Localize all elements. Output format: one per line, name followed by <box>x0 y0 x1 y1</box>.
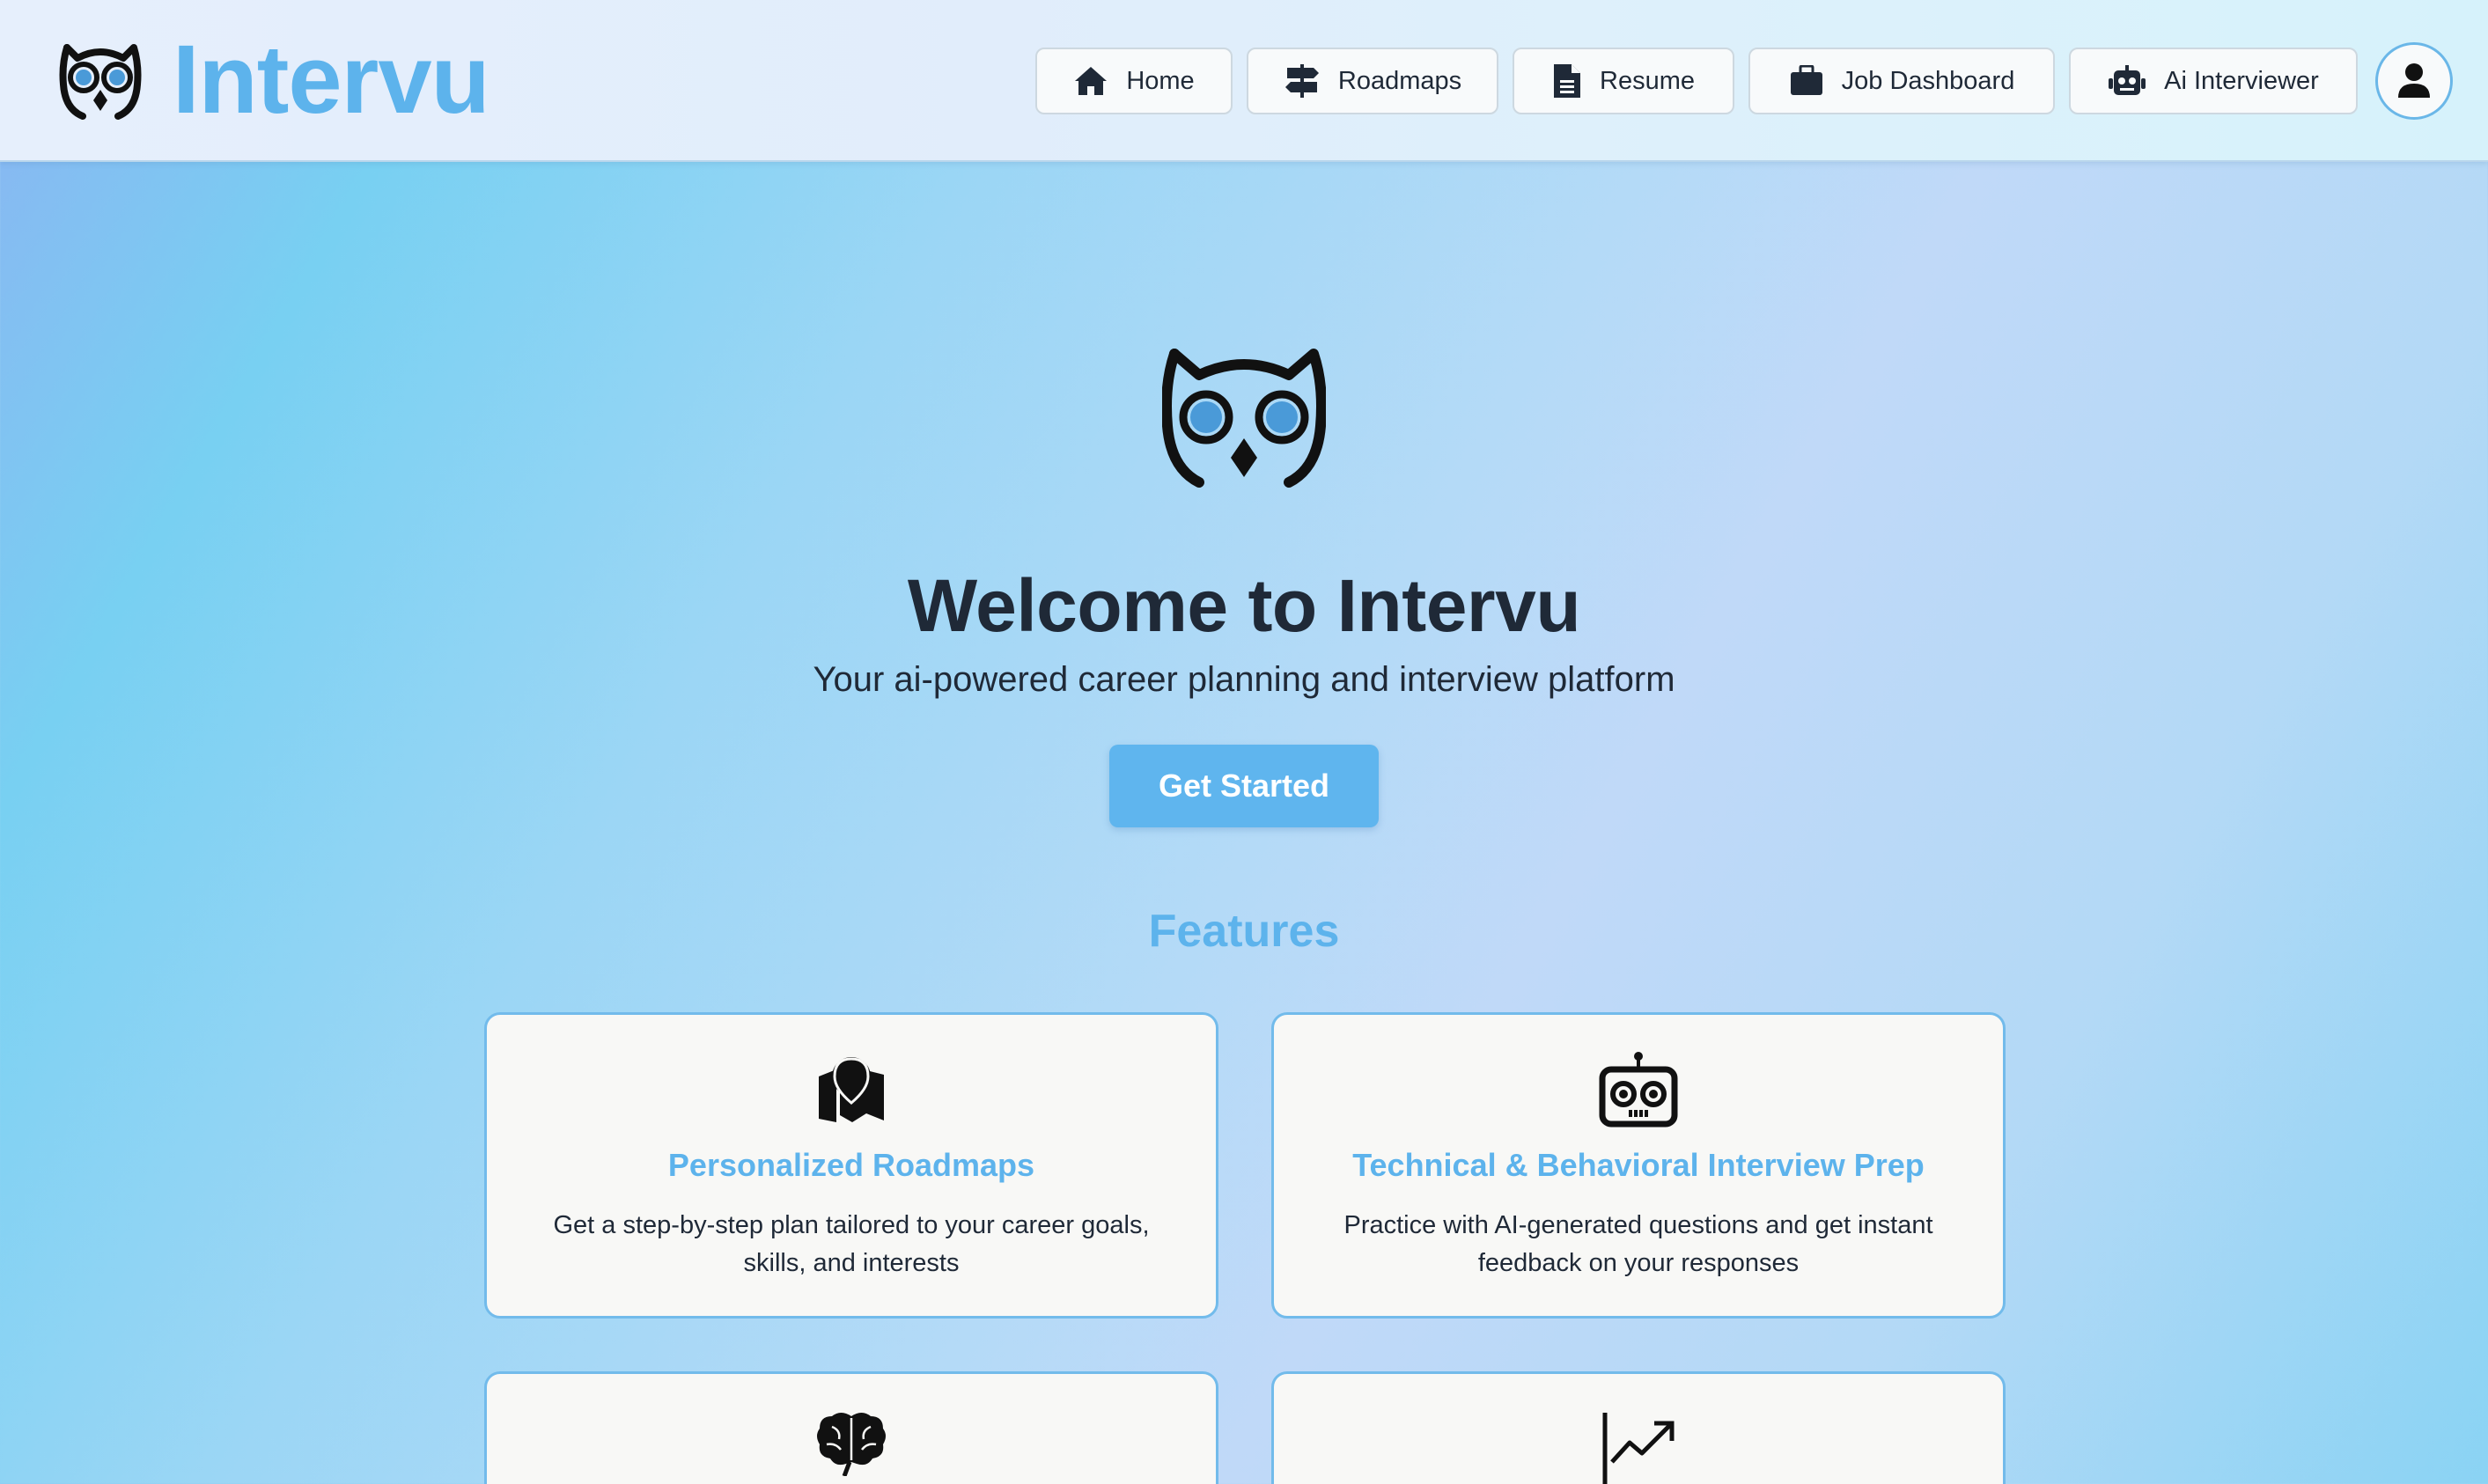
home-icon <box>1075 67 1108 95</box>
owl-logo-icon <box>59 44 142 120</box>
top-navbar: Intervu Home Roadmaps Resume Job Dashboa… <box>0 0 2488 162</box>
hero-subtitle: Your ai-powered career planning and inte… <box>813 660 1675 699</box>
brand-name: Intervu <box>173 26 490 134</box>
briefcase-icon <box>1790 65 1822 95</box>
owl-hero-icon <box>1162 349 1326 488</box>
feature-card-roadmaps[interactable]: Personalized Roadmaps Get a step-by-step… <box>484 1012 1218 1319</box>
document-icon <box>1554 64 1580 98</box>
features-heading: Features <box>1148 906 1340 957</box>
feature-card-progress[interactable] <box>1271 1371 2006 1484</box>
nav-roadmaps-button[interactable]: Roadmaps <box>1247 48 1498 114</box>
hero-title: Welcome to Intervu <box>907 564 1581 647</box>
feature-card-interview-prep[interactable]: Technical & Behavioral Interview Prep Pr… <box>1271 1012 2006 1319</box>
nav-resume-button[interactable]: Resume <box>1513 48 1734 114</box>
brand[interactable]: Intervu <box>56 32 490 129</box>
feature-title-interview-prep: Technical & Behavioral Interview Prep <box>1352 1147 1925 1183</box>
feature-desc-interview-prep: Practice with AI-generated questions and… <box>1343 1211 1933 1277</box>
nav-job-dashboard-label: Job Dashboard <box>1841 66 2015 95</box>
map-pin-icon <box>819 1057 884 1122</box>
user-icon <box>2398 63 2430 98</box>
feature-card-brain[interactable] <box>484 1371 1218 1484</box>
nav-resume-label: Resume <box>1600 66 1695 95</box>
feature-desc-roadmaps: Get a step-by-step plan tailored to your… <box>553 1211 1150 1277</box>
robot-face-icon <box>1599 1052 1678 1128</box>
nav-home-button[interactable]: Home <box>1035 48 1233 114</box>
signpost-icon <box>1284 64 1319 98</box>
nav-ai-interviewer-label: Ai Interviewer <box>2164 66 2319 95</box>
nav-job-dashboard-button[interactable]: Job Dashboard <box>1748 48 2055 114</box>
nav-ai-interviewer-button[interactable]: Ai Interviewer <box>2069 48 2358 114</box>
nav-roadmaps-label: Roadmaps <box>1337 66 1462 95</box>
profile-button[interactable] <box>2375 42 2453 120</box>
get-started-button[interactable]: Get Started <box>1109 745 1379 827</box>
feature-title-roadmaps: Personalized Roadmaps <box>667 1147 1035 1183</box>
nav-home-label: Home <box>1126 66 1195 95</box>
chart-trend-icon <box>1602 1413 1675 1484</box>
brain-icon <box>817 1413 886 1476</box>
robot-icon <box>2109 65 2146 95</box>
